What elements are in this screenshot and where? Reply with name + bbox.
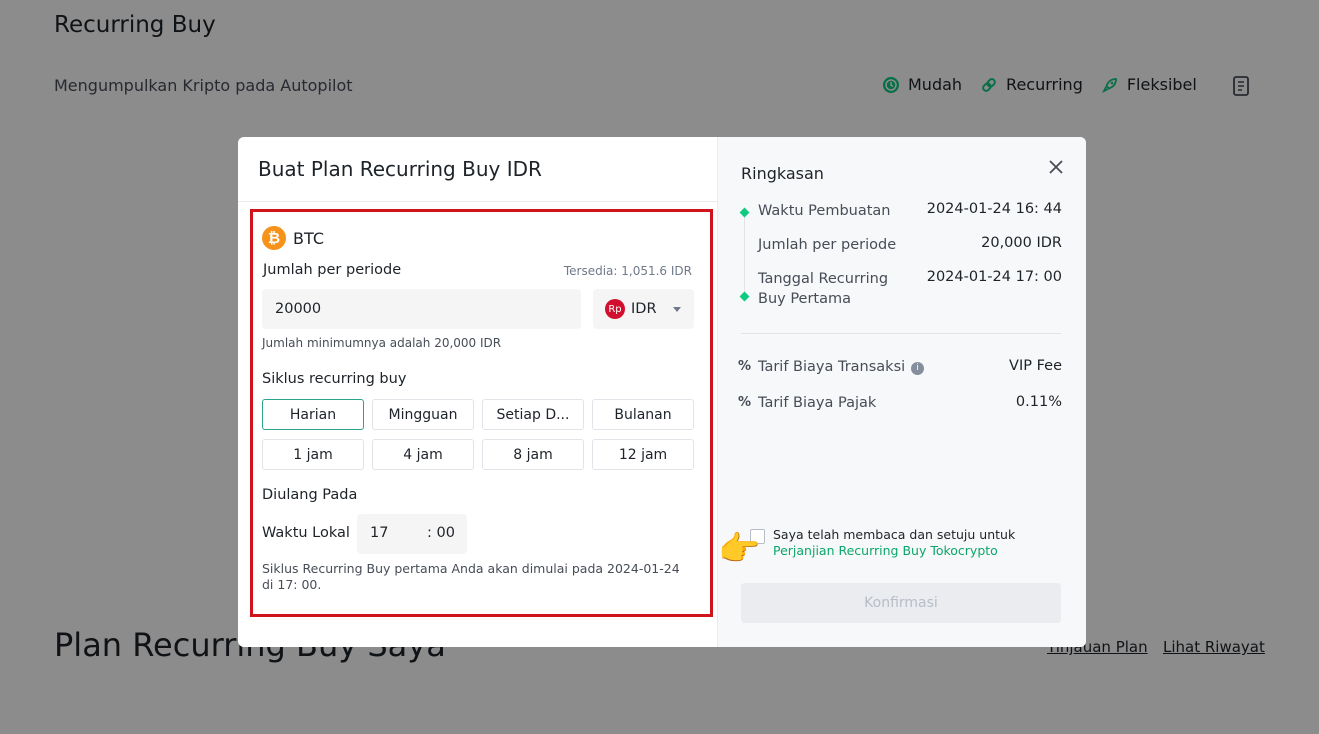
coin-name: BTC (293, 228, 324, 248)
summary-title: Ringkasan (741, 164, 824, 183)
percent-icon: % (738, 359, 752, 374)
create-plan-modal: Buat Plan Recurring Buy IDR ₿ BTC Jumlah… (238, 137, 1086, 647)
hour-option-8[interactable]: 8 jam (482, 439, 584, 470)
timeline-line (744, 215, 745, 295)
confirm-button[interactable]: Konfirmasi (741, 583, 1061, 623)
pointing-hand-icon: 👉 (718, 529, 761, 569)
cycle-option-weekly[interactable]: Mingguan (372, 399, 474, 430)
summary-panel: Ringkasan Waktu Pembuatan 2024-01-24 16:… (718, 137, 1086, 647)
plan-form-panel: Buat Plan Recurring Buy IDR ₿ BTC Jumlah… (238, 137, 718, 647)
summary-amount-label: Jumlah per periode (758, 237, 897, 253)
time-hour[interactable]: 17 (370, 525, 388, 541)
summary-amount-value: 20,000 IDR (981, 235, 1062, 251)
hour-option-12[interactable]: 12 jam (592, 439, 694, 470)
first-buy-label: Tanggal Recurring Buy Pertama (758, 271, 889, 307)
close-icon (1049, 160, 1063, 174)
bitcoin-icon: ₿ (262, 226, 286, 250)
chevron-down-icon (673, 307, 681, 312)
summary-divider (741, 333, 1061, 334)
available-balance: Tersedia: 1,051.6 IDR (563, 264, 692, 278)
currency-label: IDR (631, 301, 657, 317)
info-icon[interactable]: i (911, 361, 925, 375)
cycle-start-note: Siklus Recurring Buy pertama Anda akan d… (262, 561, 680, 592)
created-time-value: 2024-01-24 16: 44 (926, 201, 1062, 217)
percent-icon: % (738, 395, 752, 410)
close-button[interactable] (1046, 157, 1066, 177)
time-minute[interactable]: : 00 (427, 525, 455, 541)
minimum-note: Jumlah minimumnya adalah 20,000 IDR (262, 336, 502, 350)
fee-value: VIP Fee (1009, 358, 1062, 374)
timeline-dot (739, 291, 750, 302)
header-divider (238, 201, 718, 202)
rupiah-icon: Rp (605, 299, 625, 319)
cycle-option-daily[interactable]: Harian (262, 399, 364, 430)
hour-option-4[interactable]: 4 jam (372, 439, 474, 470)
agreement-link[interactable]: Perjanjian Recurring Buy Tokocrypto (773, 543, 998, 558)
fee-label-row: Tarif Biaya Transaksi i (758, 357, 925, 377)
agreement-text: Saya telah membaca dan setuju untuk (773, 527, 1016, 542)
amount-input[interactable] (262, 289, 581, 329)
hour-option-1[interactable]: 1 jam (262, 439, 364, 470)
created-time-label: Waktu Pembuatan (758, 203, 891, 219)
modal-title: Buat Plan Recurring Buy IDR (258, 157, 542, 181)
amount-label: Jumlah per periode (263, 262, 402, 278)
timeline-dot (739, 207, 750, 218)
fee-label: Tarif Biaya Transaksi (758, 359, 906, 375)
tax-label: Tarif Biaya Pajak (758, 395, 877, 411)
cycle-option-every[interactable]: Setiap D... (482, 399, 584, 430)
time-picker[interactable]: 17 : 00 (357, 514, 467, 554)
coin-selector[interactable]: ₿ BTC (262, 226, 324, 250)
currency-dropdown[interactable]: Rp IDR (593, 289, 694, 329)
local-time-label: Waktu Lokal (262, 525, 350, 541)
repeat-label: Diulang Pada (262, 487, 358, 503)
cycle-option-monthly[interactable]: Bulanan (592, 399, 694, 430)
cycle-label: Siklus recurring buy (262, 371, 407, 387)
tax-value: 0.11% (1015, 394, 1062, 410)
first-buy-value: 2024-01-24 17: 00 (926, 269, 1062, 285)
